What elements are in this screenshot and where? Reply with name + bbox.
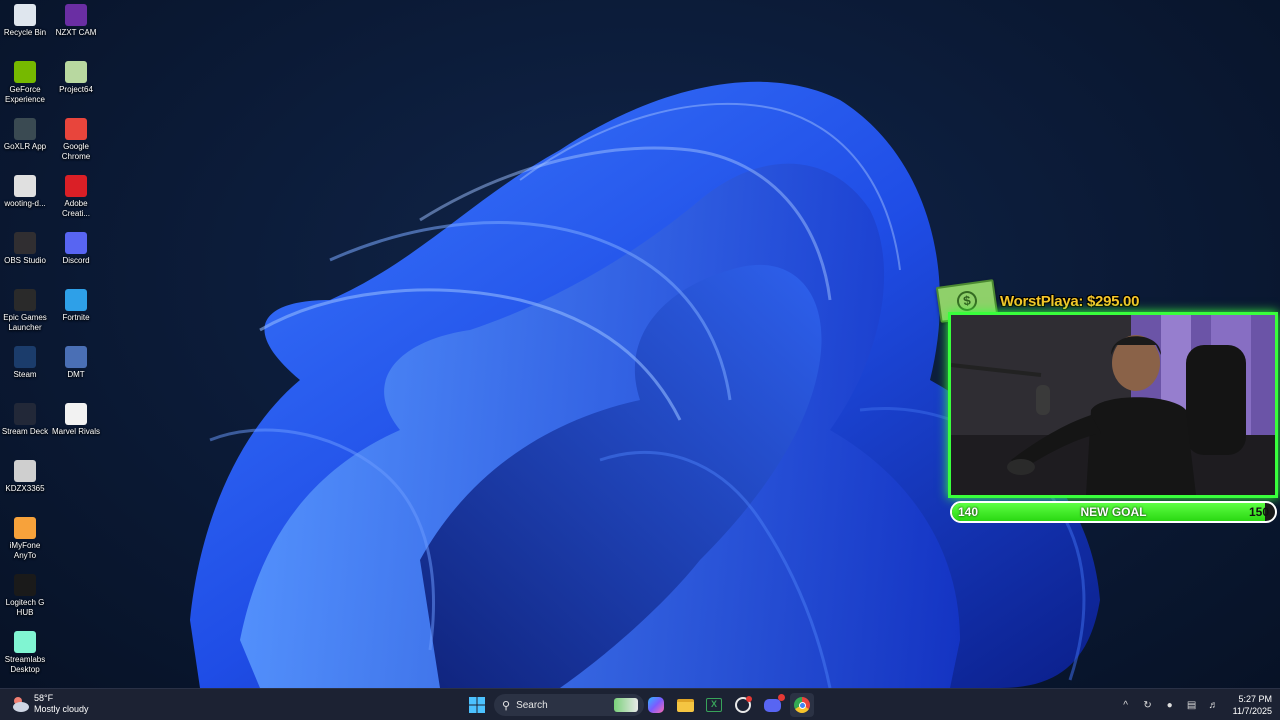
search-icon: ⚲ — [502, 699, 511, 712]
shortcut-label: Fortnite — [62, 313, 90, 322]
goal-end-value: 150 — [1248, 505, 1269, 519]
folder-icon — [676, 698, 694, 712]
obs-taskbar-button[interactable] — [731, 693, 755, 717]
desktop-shortcut[interactable]: OBS Studio — [0, 232, 51, 266]
excel-icon: X — [706, 698, 722, 712]
chrome-icon — [794, 697, 810, 713]
desktop-shortcut[interactable]: DMT — [50, 346, 102, 380]
imyfone-icon — [14, 517, 36, 539]
shortcut-label: Recycle Bin — [3, 28, 47, 37]
desktop-shortcut[interactable]: GoXLR App — [0, 118, 51, 152]
geforce-icon — [14, 61, 36, 83]
chrome-taskbar-button[interactable] — [790, 693, 814, 717]
desktop-shortcut[interactable]: Adobe Creati... — [50, 175, 102, 219]
recycle-bin-icon — [14, 4, 36, 26]
desktop-shortcut[interactable]: Logitech G HUB — [0, 574, 51, 618]
weather-temperature: 58°F — [34, 693, 54, 703]
desktop-shortcut[interactable]: wooting-d... — [0, 175, 51, 209]
logitech-ghub-icon — [14, 574, 36, 596]
search-highlight-icon — [614, 698, 638, 712]
goxlr-icon — [14, 118, 36, 140]
discord-icon — [763, 693, 785, 712]
shortcut-label: GoXLR App — [3, 142, 47, 151]
shortcut-label: Steam — [13, 370, 37, 379]
copilot-button[interactable] — [644, 693, 668, 717]
stream-deck-icon — [14, 403, 36, 425]
epic-games-icon — [14, 289, 36, 311]
fortnite-icon — [65, 289, 87, 311]
desktop-shortcut[interactable]: Fortnite — [50, 289, 102, 323]
search-label: Search — [516, 699, 548, 711]
taskbar: 58°F Mostly cloudy ⚲ Search X ^ ↻ ● ▤ ♬ … — [0, 688, 1280, 720]
desktop-shortcut[interactable]: KDZX3365 — [0, 460, 51, 494]
nzxt-cam-icon — [65, 4, 87, 26]
desktop-shortcut[interactable]: Recycle Bin — [0, 4, 51, 38]
desktop-shortcut[interactable]: Google Chrome — [50, 118, 102, 162]
shortcut-label: wooting-d... — [4, 199, 46, 208]
donation-text: WorstPlaya: $295.00 — [1000, 292, 1140, 310]
shortcut-label: Marvel Rivals — [51, 427, 100, 436]
desktop-shortcut[interactable]: GeForce Experience — [0, 61, 51, 105]
webcam-feed — [948, 312, 1278, 498]
microphone-icon[interactable]: ● — [1163, 698, 1177, 712]
copilot-icon — [648, 697, 664, 713]
volume-icon[interactable]: ♬ — [1207, 698, 1221, 712]
clock-time: 5:27 PM — [1238, 694, 1272, 704]
steam-icon — [14, 346, 36, 368]
shortcut-label: GeForce Experience — [4, 85, 46, 104]
chevron-up-icon[interactable]: ^ — [1119, 698, 1133, 712]
desktop-shortcut[interactable]: Stream Deck — [0, 403, 51, 437]
desktop-shortcut[interactable]: iMyFone AnyTo — [0, 517, 51, 561]
shortcut-label: Logitech G HUB — [5, 598, 45, 617]
adobe-cc-icon — [65, 175, 87, 197]
windows-logo-icon — [469, 697, 485, 713]
excel-button[interactable]: X — [702, 693, 726, 717]
shortcut-label: Adobe Creati... — [61, 199, 90, 218]
chrome-icon — [65, 118, 87, 140]
shortcut-label: Stream Deck — [1, 427, 49, 436]
taskbar-search-box[interactable]: ⚲ Search — [494, 694, 644, 716]
streamer-camera-image — [951, 315, 1275, 495]
start-button[interactable] — [465, 693, 489, 717]
desktop-shortcut[interactable]: Steam — [0, 346, 51, 380]
shortcut-label: Project64 — [59, 85, 93, 94]
obs-icon — [735, 696, 752, 713]
shortcut-label: DMT — [67, 370, 85, 379]
marvel-rivals-icon — [65, 403, 87, 425]
taskbar-clock[interactable]: 5:27 PM 11/7/2025 — [1233, 693, 1272, 717]
shortcut-label: Google Chrome — [61, 142, 91, 161]
weather-description: Mostly cloudy — [34, 704, 89, 714]
system-tray: ^ ↻ ● ▤ ♬ 5:27 PM 11/7/2025 — [1115, 689, 1272, 720]
streamlabs-icon — [14, 631, 36, 653]
shortcut-label: Discord — [62, 256, 90, 265]
sync-icon[interactable]: ↻ — [1141, 698, 1155, 712]
shortcut-label: Streamlabs Desktop — [4, 655, 46, 674]
shortcut-label: OBS Studio — [4, 256, 46, 265]
discord-icon — [65, 232, 87, 254]
project64-icon — [65, 61, 87, 83]
cloud-icon — [10, 695, 30, 713]
desktop-shortcut[interactable]: NZXT CAM — [50, 4, 102, 38]
desktop-shortcut[interactable]: Project64 — [50, 61, 102, 95]
shortcut-label: KDZX3365 — [5, 484, 45, 493]
shortcut-label: Epic Games Launcher — [3, 313, 47, 332]
wooting-icon — [14, 175, 36, 197]
desktop-shortcut[interactable]: Discord — [50, 232, 102, 266]
shortcut-label: iMyFone AnyTo — [9, 541, 41, 560]
shortcut-label: NZXT CAM — [55, 28, 97, 37]
discord-taskbar-button[interactable] — [760, 693, 785, 717]
clock-date: 11/7/2025 — [1232, 706, 1272, 716]
desktop-shortcut[interactable]: Marvel Rivals — [50, 403, 102, 437]
dmt-icon — [65, 346, 87, 368]
obs-icon — [14, 232, 36, 254]
network-icon[interactable]: ▤ — [1185, 698, 1199, 712]
desktop-shortcut[interactable]: Streamlabs Desktop — [0, 631, 51, 675]
file-explorer-button[interactable] — [673, 693, 697, 717]
goal-label: NEW GOAL — [1080, 505, 1147, 519]
kdzx-icon — [14, 460, 36, 482]
weather-widget[interactable]: 58°F Mostly cloudy — [10, 693, 89, 715]
desktop-shortcut[interactable]: Epic Games Launcher — [0, 289, 51, 333]
donation-goal-bar: 140 NEW GOAL 150 — [950, 501, 1277, 523]
